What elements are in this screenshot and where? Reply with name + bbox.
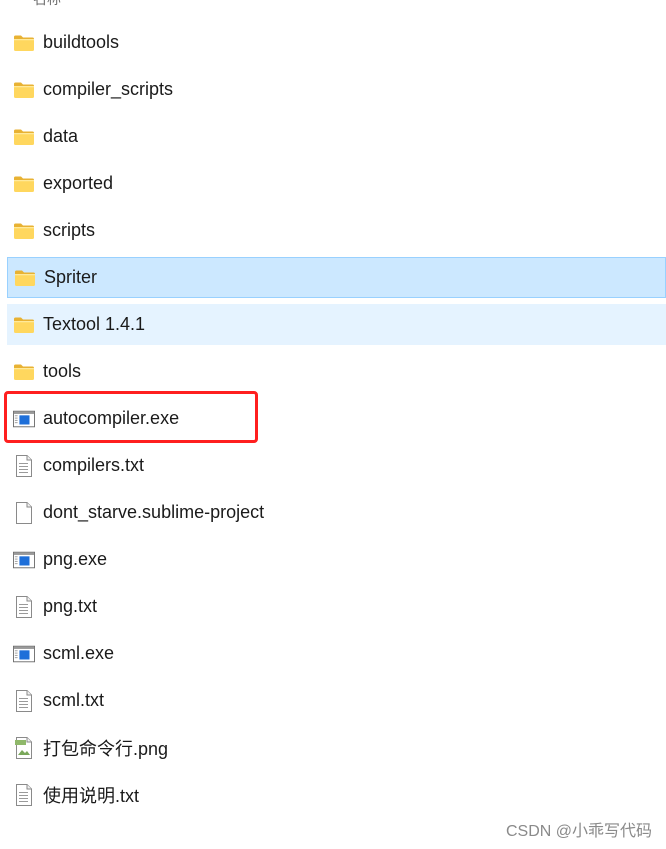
exe-icon bbox=[13, 550, 35, 570]
text-file-icon bbox=[13, 595, 35, 618]
exe-icon bbox=[13, 644, 35, 664]
file-row[interactable]: png.txt bbox=[7, 586, 666, 627]
file-row[interactable]: dont_starve.sublime-project bbox=[7, 492, 666, 533]
watermark: CSDN @小乖写代码 bbox=[505, 823, 652, 840]
file-name: autocompiler.exe bbox=[43, 408, 180, 428]
folder-icon bbox=[13, 221, 35, 241]
file-name: dont_starve.sublime-project bbox=[43, 502, 265, 522]
file-row[interactable]: scml.exe bbox=[7, 633, 666, 674]
file-row[interactable]: scml.txt bbox=[7, 680, 666, 721]
file-row[interactable]: Textool 1.4.1 bbox=[7, 304, 666, 345]
file-row[interactable]: 使用说明.txt bbox=[7, 774, 666, 815]
file-name: exported bbox=[43, 173, 114, 193]
file-row[interactable]: tools bbox=[7, 351, 666, 392]
exe-icon bbox=[13, 409, 35, 429]
file-name: Spriter bbox=[44, 267, 98, 287]
file-row[interactable]: exported bbox=[7, 163, 666, 204]
file-row[interactable]: compilers.txt bbox=[7, 445, 666, 486]
file-name: compilers.txt bbox=[43, 455, 145, 475]
folder-icon bbox=[13, 33, 35, 53]
file-row[interactable]: data bbox=[7, 116, 666, 157]
image-file-icon bbox=[13, 736, 35, 759]
blank-file-icon bbox=[13, 501, 35, 524]
file-row[interactable]: scripts bbox=[7, 210, 666, 251]
file-row[interactable]: autocompiler.exe bbox=[7, 398, 666, 439]
file-name: 使用说明.txt bbox=[43, 785, 140, 806]
file-name: scml.exe bbox=[43, 643, 115, 663]
file-name: data bbox=[43, 126, 79, 146]
folder-icon bbox=[13, 80, 35, 100]
folder-icon bbox=[13, 362, 35, 382]
file-name: buildtools bbox=[43, 32, 120, 52]
file-row[interactable]: 打包命令行.png bbox=[7, 727, 666, 768]
file-name: scripts bbox=[43, 220, 96, 240]
folder-icon bbox=[13, 315, 35, 335]
file-row[interactable]: compiler_scripts bbox=[7, 69, 666, 110]
file-name: scml.txt bbox=[43, 690, 104, 710]
file-name: tools bbox=[43, 361, 82, 381]
file-explorer-list-view: 名称 buildtools compiler_scriptsdata exporte… bbox=[0, 0, 666, 849]
file-name: png.txt bbox=[43, 596, 98, 616]
text-file-icon bbox=[13, 783, 35, 806]
file-name: compiler_scripts bbox=[43, 79, 174, 99]
file-row[interactable]: Spriter bbox=[7, 257, 666, 298]
file-name: Textool 1.4.1 bbox=[43, 314, 146, 334]
column-header-name[interactable]: 名称 bbox=[33, 0, 61, 7]
text-file-icon bbox=[13, 454, 35, 477]
file-name: 打包命令行.png bbox=[43, 738, 169, 759]
folder-icon bbox=[13, 127, 35, 147]
file-name: png.exe bbox=[43, 549, 108, 569]
file-row[interactable]: buildtools bbox=[7, 22, 666, 63]
folder-icon bbox=[14, 268, 36, 288]
folder-icon bbox=[13, 174, 35, 194]
text-file-icon bbox=[13, 689, 35, 712]
file-row[interactable]: png.exe bbox=[7, 539, 666, 580]
file-list: buildtools compiler_scriptsdata exported sc… bbox=[7, 22, 666, 821]
